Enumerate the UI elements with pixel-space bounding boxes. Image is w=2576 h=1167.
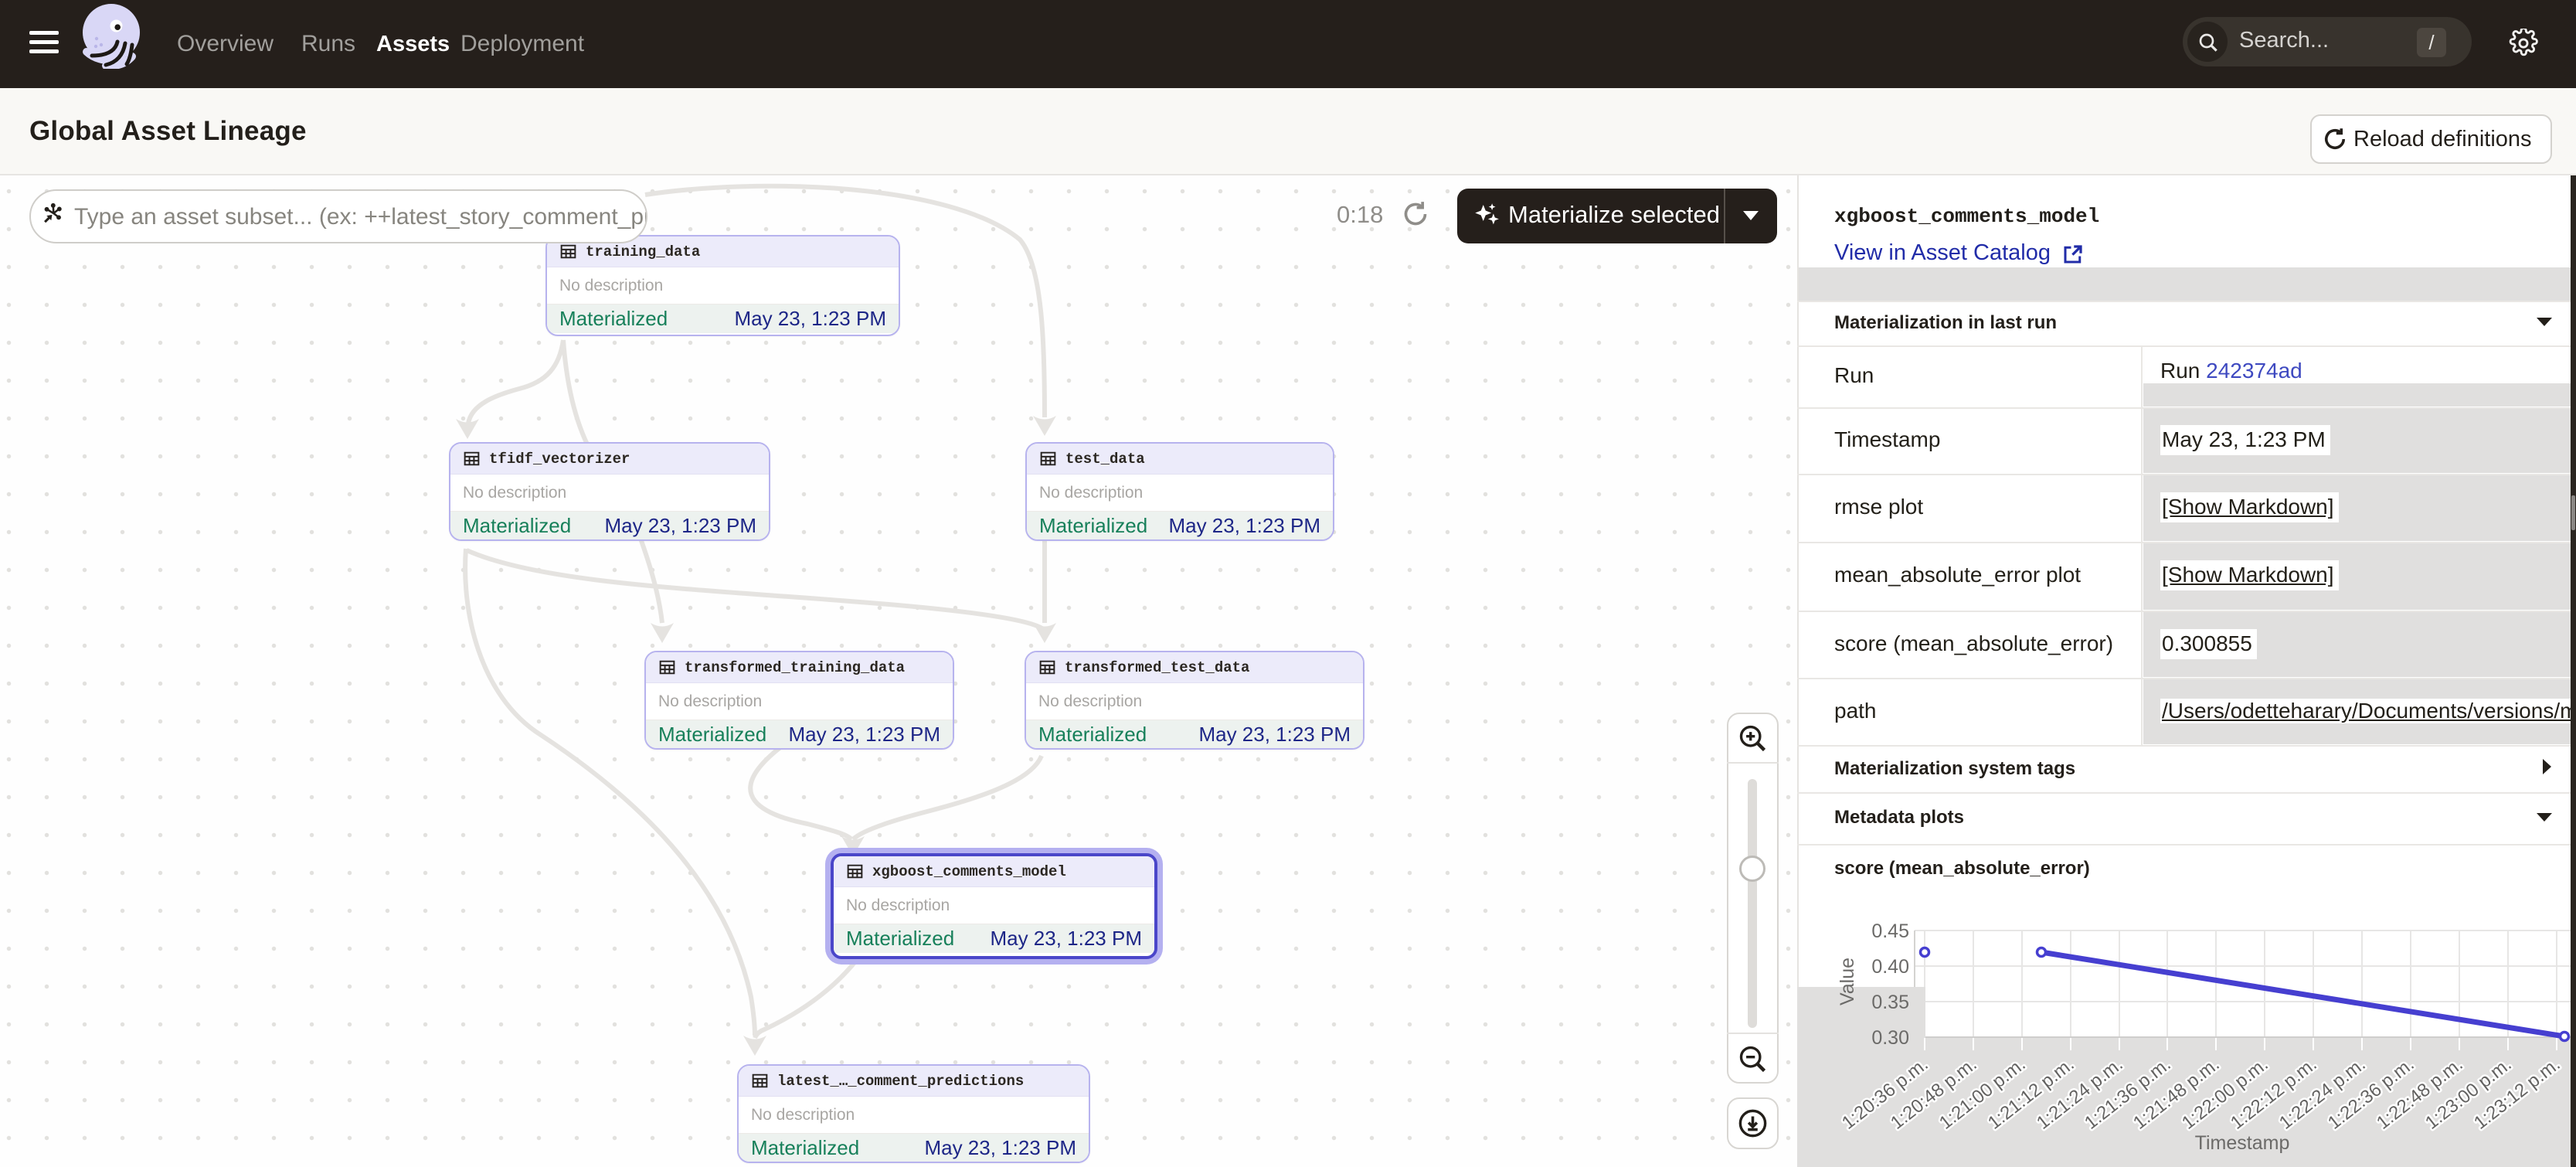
svg-text:0.45: 0.45 (1871, 920, 1909, 942)
svg-text:Value: Value (1837, 958, 1858, 1005)
svg-text:0.40: 0.40 (1871, 956, 1909, 978)
svg-text:Timestamp: Timestamp (2195, 1132, 2290, 1154)
svg-text:0.30: 0.30 (1871, 1027, 1909, 1049)
svg-text:0.35: 0.35 (1871, 992, 1909, 1013)
